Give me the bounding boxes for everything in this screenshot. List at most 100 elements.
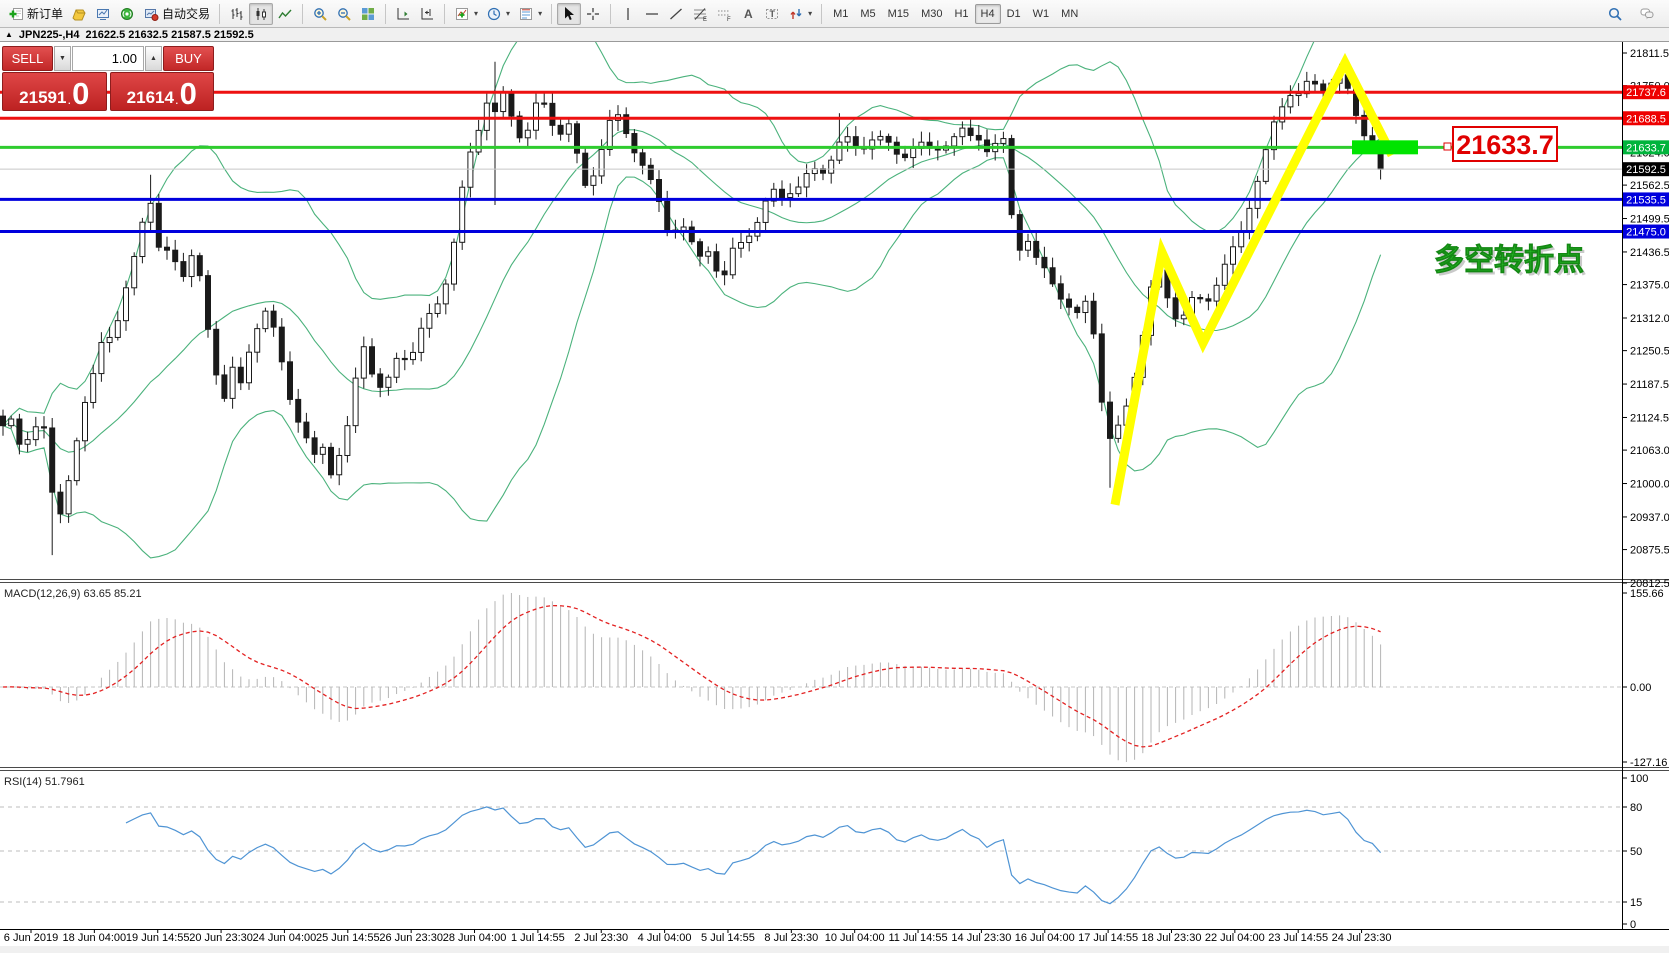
periods-button[interactable]: ▾: [482, 3, 514, 25]
buy-price-box[interactable]: 21614 . 0: [110, 72, 215, 111]
candle: [9, 419, 14, 426]
tile-windows-button[interactable]: [356, 3, 380, 25]
candle: [1067, 299, 1072, 307]
timeframe-m15-button[interactable]: M15: [882, 4, 915, 24]
chat-button[interactable]: [1635, 3, 1659, 25]
candle: [607, 120, 612, 149]
timeframe-mn-button[interactable]: MN: [1055, 4, 1084, 24]
chart-shift-icon: [419, 6, 435, 22]
trendline-button[interactable]: [664, 3, 688, 25]
timeframe-w1-button[interactable]: W1: [1027, 4, 1056, 24]
note-annotation[interactable]: 多空转折点: [1434, 244, 1584, 277]
candle: [263, 311, 268, 328]
candle: [665, 201, 670, 230]
autotrading-button[interactable]: 自动交易: [139, 3, 214, 25]
candle: [312, 438, 317, 454]
candle: [903, 154, 908, 157]
candle: [1001, 139, 1006, 144]
volume-decrease-button[interactable]: ▼: [54, 46, 71, 71]
cursor-button[interactable]: [557, 3, 581, 25]
volume-increase-button[interactable]: ▲: [145, 46, 162, 71]
svg-text:-127.16: -127.16: [1630, 757, 1667, 769]
svg-text:21562.5: 21562.5: [1630, 180, 1669, 192]
candle: [706, 252, 711, 256]
svg-text:21000.0: 21000.0: [1630, 479, 1669, 491]
time-label: 26 Jun 23:30: [379, 932, 443, 944]
svg-text:21737.6: 21737.6: [1626, 87, 1666, 99]
time-label: 8 Jul 23:30: [764, 932, 818, 944]
timeframe-m30-button[interactable]: M30: [915, 4, 948, 24]
clock-icon: [486, 6, 502, 22]
timeframe-d1-button[interactable]: D1: [1001, 4, 1027, 24]
candle: [1058, 284, 1063, 299]
sell-price-dot: .: [67, 92, 71, 107]
candle: [1075, 307, 1080, 312]
auto-scroll-icon: [395, 6, 411, 22]
text-icon: A: [740, 6, 756, 22]
candle: [222, 375, 227, 398]
candle: [1042, 257, 1047, 267]
bar-chart-button[interactable]: [225, 3, 249, 25]
candle: [443, 284, 448, 304]
timeframe-h4-button[interactable]: H4: [975, 4, 1001, 24]
candle-chart-button[interactable]: [249, 3, 273, 25]
candle: [493, 103, 498, 111]
timeframe-m5-button[interactable]: M5: [854, 4, 881, 24]
time-label: 22 Jul 04:00: [1205, 932, 1265, 944]
zoom-out-button[interactable]: [332, 3, 356, 25]
candle: [648, 165, 653, 179]
toolbar-separator: [821, 4, 822, 24]
chart-shift-button[interactable]: [415, 3, 439, 25]
sell-price-box[interactable]: 21591 . 0: [2, 72, 107, 111]
buy-price-main: 21614: [127, 88, 174, 107]
auto-scroll-button[interactable]: [391, 3, 415, 25]
indicators-button[interactable]: ▾: [450, 3, 482, 25]
text-button[interactable]: A: [736, 3, 760, 25]
candle: [345, 426, 350, 456]
candle: [886, 136, 891, 142]
market-watch-button[interactable]: [91, 3, 115, 25]
templates-button[interactable]: ▾: [514, 3, 546, 25]
hline-icon: [644, 6, 660, 22]
search-button[interactable]: [1603, 3, 1627, 25]
chart-area[interactable]: 21633.7多空转折点多空转折点MACD(12,26,9) 63.65 85.…: [0, 0, 1669, 953]
text-label-button[interactable]: T: [760, 3, 784, 25]
new-order-button[interactable]: 新订单: [4, 3, 67, 25]
svg-text:21592.5: 21592.5: [1626, 164, 1666, 176]
green-highlight[interactable]: [1352, 140, 1418, 154]
zoom-in-button[interactable]: [308, 3, 332, 25]
fibonacci-button[interactable]: E: [688, 3, 712, 25]
market-watch-icon: [95, 6, 111, 22]
profiles-icon: [71, 6, 87, 22]
buy-button[interactable]: BUY: [163, 46, 214, 71]
svg-text:21063.0: 21063.0: [1630, 445, 1669, 457]
candle: [640, 153, 645, 165]
profiles-button[interactable]: [67, 3, 91, 25]
timeframe-h1-button[interactable]: H1: [948, 4, 974, 24]
time-label: 17 Jul 14:55: [1078, 932, 1138, 944]
candle: [148, 203, 153, 222]
candle: [1263, 150, 1268, 182]
horizontal-line-button[interactable]: [640, 3, 664, 25]
signals-icon: [119, 6, 135, 22]
chart-window-title: ▲ JPN225-,H4 21622.5 21632.5 21587.5 215…: [0, 28, 1669, 42]
candle: [452, 242, 457, 284]
candle: [197, 256, 202, 276]
sell-button[interactable]: SELL: [2, 46, 53, 71]
channel-button[interactable]: F: [712, 3, 736, 25]
time-label: 18 Jun 04:00: [63, 932, 127, 944]
line-chart-button[interactable]: [273, 3, 297, 25]
signals-button[interactable]: [115, 3, 139, 25]
candle: [115, 321, 120, 338]
trendline-icon: [668, 6, 684, 22]
arrows-button[interactable]: ▾: [784, 3, 816, 25]
candle: [288, 362, 293, 400]
crosshair-button[interactable]: [581, 3, 605, 25]
timeframe-m1-button[interactable]: M1: [827, 4, 854, 24]
candle: [25, 440, 30, 445]
crosshair-icon: [585, 6, 601, 22]
toolbar-separator: [385, 4, 386, 24]
time-label: 25 Jun 14:55: [316, 932, 380, 944]
volume-input[interactable]: 1.00: [72, 46, 144, 71]
vertical-line-button[interactable]: [616, 3, 640, 25]
